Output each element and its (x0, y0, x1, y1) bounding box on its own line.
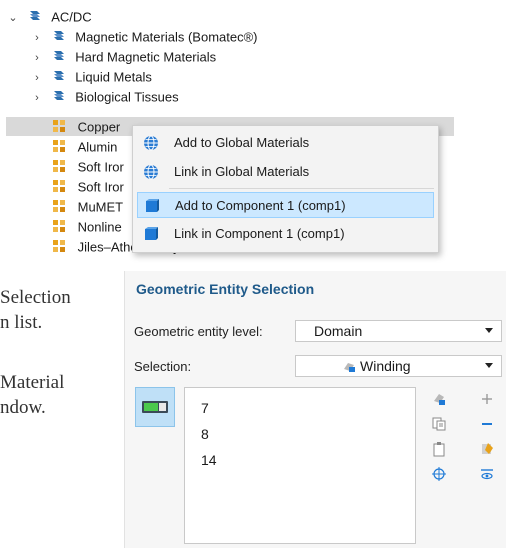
menu-item-label: Add to Global Materials (174, 135, 310, 150)
menu-item-link-in-global-materials[interactable]: Link in Global Materials (137, 159, 434, 185)
context-menu: Add to Global Materials Link in Global M… (132, 125, 439, 253)
background-text: n list. (0, 312, 43, 333)
remove-icon[interactable] (479, 416, 495, 432)
dropdown-arrow-icon (485, 363, 493, 368)
menu-item-add-to-global-materials[interactable]: Add to Global Materials (137, 130, 434, 156)
background-text: ndow. (0, 397, 46, 418)
chevron-down-icon[interactable]: ⌄ (6, 8, 20, 28)
menu-separator (169, 188, 434, 189)
material-icon (53, 200, 65, 212)
tree-node-label: Alumin (77, 139, 118, 155)
tree-node-label: Biological Tissues (75, 89, 179, 105)
show-selection-icon[interactable] (479, 466, 495, 482)
chevron-right-icon[interactable]: › (30, 88, 44, 108)
tree-node-label: Magnetic Materials (Bomatec®) (75, 29, 258, 45)
entity-level-dropdown[interactable]: Domain (295, 320, 502, 342)
menu-item-label: Link in Global Materials (174, 164, 310, 179)
add-icon[interactable] (479, 391, 495, 407)
selection-icon (344, 363, 355, 372)
globe-icon (144, 164, 158, 180)
chevron-right-icon[interactable]: › (30, 48, 44, 68)
background-text: Material (0, 372, 65, 393)
tree-node-material[interactable]: Soft Iror (52, 157, 124, 177)
material-icon (53, 240, 65, 252)
list-item[interactable]: 14 (201, 452, 217, 468)
library-folder-icon (53, 31, 64, 40)
tree-node-acdc[interactable]: ⌄ AC/DC (6, 7, 92, 28)
selection-value: Winding (360, 358, 411, 374)
cube-icon (145, 227, 158, 240)
tree-node-label: AC/DC (51, 9, 92, 25)
chevron-right-icon[interactable]: › (30, 28, 44, 48)
globe-icon (144, 135, 158, 151)
add-to-selection-icon[interactable] (431, 391, 447, 407)
tree-node-material[interactable]: Copper (52, 117, 120, 137)
panel-title: Geometric Entity Selection (136, 281, 315, 297)
menu-item-label: Add to Component 1 (comp1) (175, 198, 346, 213)
tree-node-label: MuMET (77, 199, 124, 215)
library-folder-icon (53, 51, 64, 60)
tree-node-folder[interactable]: › Biological Tissues (30, 87, 179, 108)
tree-node-material[interactable]: Nonline (52, 217, 122, 237)
tree-node-label: Soft Iror (77, 159, 124, 175)
library-folder-icon (53, 91, 64, 100)
material-icon (53, 180, 65, 192)
paste-icon[interactable] (431, 441, 447, 457)
toggle-switch-icon (142, 401, 168, 413)
clear-selection-icon[interactable] (479, 441, 495, 457)
selection-dropdown[interactable]: Winding (295, 355, 502, 377)
tree-node-label: Soft Iror (77, 179, 124, 195)
dropdown-arrow-icon (485, 328, 493, 333)
zoom-to-selection-icon[interactable] (431, 466, 447, 482)
menu-item-add-to-component[interactable]: Add to Component 1 (comp1) (137, 192, 434, 218)
material-icon (53, 140, 65, 152)
tree-node-folder[interactable]: › Liquid Metals (30, 67, 152, 87)
cube-icon (146, 199, 159, 212)
entity-level-value: Domain (314, 323, 363, 339)
acdc-folder-icon (29, 11, 40, 20)
selection-label: Selection: (134, 359, 192, 374)
material-icon (53, 160, 65, 172)
tree-node-label: Copper (77, 119, 121, 135)
background-text: Selection (0, 287, 71, 308)
list-item[interactable]: 8 (201, 426, 209, 442)
tree-node-folder[interactable]: › Hard Magnetic Materials (30, 47, 216, 67)
menu-item-link-in-component[interactable]: Link in Component 1 (comp1) (137, 221, 434, 247)
copy-icon[interactable] (431, 416, 447, 432)
library-folder-icon (53, 71, 64, 80)
tree-node-label: Nonline (77, 219, 122, 235)
material-icon (53, 120, 65, 132)
geometric-entity-selection-panel: Geometric Entity Selection Geometric ent… (124, 271, 506, 548)
tree-node-folder[interactable]: › Magnetic Materials (Bomatec®) (30, 27, 258, 48)
tree-node-label: Hard Magnetic Materials (75, 49, 217, 65)
tree-node-label: Liquid Metals (75, 69, 152, 85)
menu-item-label: Link in Component 1 (comp1) (174, 226, 345, 241)
entity-level-label: Geometric entity level: (134, 324, 263, 339)
selection-list[interactable]: 7 8 14 (184, 387, 416, 544)
tree-node-material[interactable]: MuMET (52, 197, 123, 217)
material-icon (53, 220, 65, 232)
tree-node-material[interactable]: Alumin (52, 137, 117, 157)
list-item[interactable]: 7 (201, 400, 209, 416)
chevron-right-icon[interactable]: › (30, 68, 44, 88)
activate-selection-toggle[interactable] (135, 387, 175, 427)
tree-node-material[interactable]: Soft Iror (52, 177, 124, 197)
